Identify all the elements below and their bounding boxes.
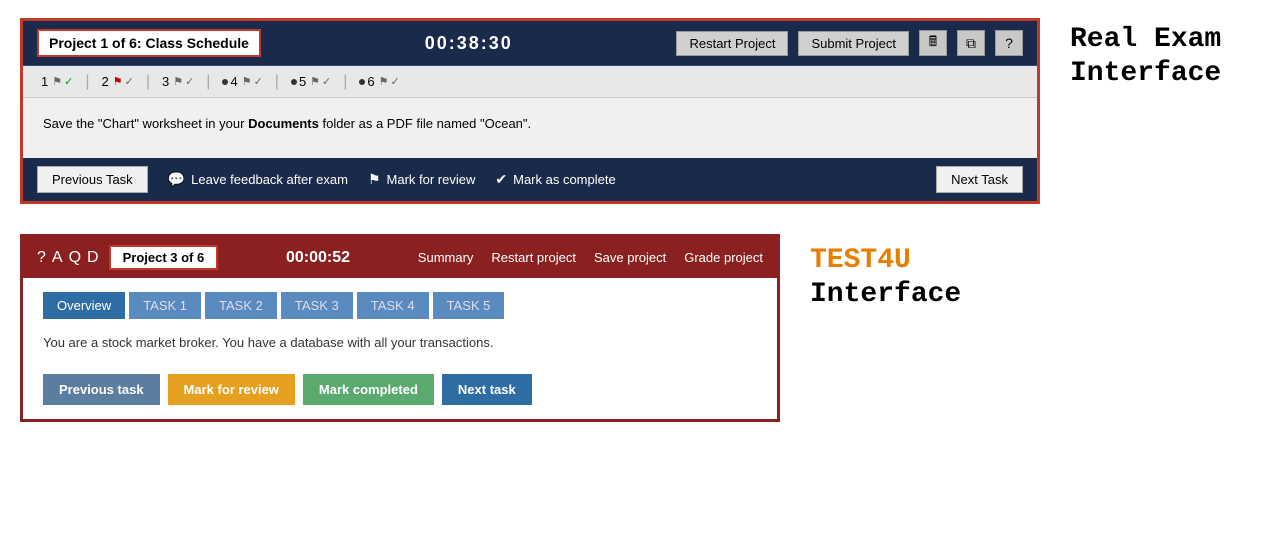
tab4-flag-icon: ⚑ (242, 75, 252, 88)
prev-task-button[interactable]: Previous Task (37, 166, 148, 193)
t4u-nav: Summary Restart project Save project Gra… (418, 250, 763, 265)
t4u-grade-link[interactable]: Grade project (684, 250, 763, 265)
t4u-tab-task1[interactable]: TASK 1 (129, 292, 201, 319)
t4u-tab-overview[interactable]: Overview (43, 292, 125, 319)
tab6-dot (359, 79, 365, 85)
t4u-next-task-button[interactable]: Next task (442, 374, 532, 405)
t4u-d-icon[interactable]: D (87, 249, 99, 267)
exam-task-content: Save the "Chart" worksheet in your Docum… (23, 98, 1037, 158)
t4u-tab-task4[interactable]: TASK 4 (357, 292, 429, 319)
t4u-icon-bar: ? A Q D (37, 249, 99, 267)
mark-review-action[interactable]: ⚑ Mark for review (368, 171, 475, 188)
exam-footer: Previous Task 💬 Leave feedback after exa… (23, 158, 1037, 201)
t4u-tab-task3[interactable]: TASK 3 (281, 292, 353, 319)
leave-feedback-action[interactable]: 💬 Leave feedback after exam (168, 171, 348, 188)
exam-project-title: Project 1 of 6: Class Schedule (37, 29, 261, 57)
tab2-check-icon: ✓ (125, 75, 134, 88)
exam-timer: 00:38:30 (271, 33, 667, 54)
exam-tab-4[interactable]: 4 ⚑ ✓ (214, 72, 270, 91)
t4u-timer: 00:00:52 (228, 249, 408, 267)
test4u-label: TEST4U Interface (810, 244, 961, 311)
tab3-flag-icon: ⚑ (173, 75, 183, 88)
feedback-icon: 💬 (168, 171, 185, 188)
flag-icon: ⚑ (368, 171, 381, 188)
t4u-summary-link[interactable]: Summary (418, 250, 474, 265)
checkmark-icon: ✔ (495, 171, 507, 188)
exam-tab-6[interactable]: 6 ⚑ ✓ (351, 72, 407, 91)
t4u-save-link[interactable]: Save project (594, 250, 666, 265)
submit-project-button[interactable]: Submit Project (798, 31, 909, 56)
exam-tab-1[interactable]: 1 ⚑ ✓ (33, 72, 81, 91)
t4u-prev-task-button[interactable]: Previous task (43, 374, 160, 405)
tab2-flag-icon: ⚑ (113, 75, 123, 88)
t4u-tabs: Overview TASK 1 TASK 2 TASK 3 TASK 4 TAS… (43, 292, 757, 319)
restart-project-button[interactable]: Restart Project (676, 31, 788, 56)
t4u-mark-complete-button[interactable]: Mark completed (303, 374, 434, 405)
test4u-panel: ? A Q D Project 3 of 6 00:00:52 Summary … (20, 234, 780, 422)
t4u-a-icon[interactable]: A (52, 249, 63, 267)
calculator-icon[interactable]: 🖩 (919, 30, 947, 56)
exam-task-tabs: 1 ⚑ ✓ | 2 ⚑ ✓ | 3 ⚑ ✓ (23, 66, 1037, 98)
real-exam-panel: Project 1 of 6: Class Schedule 00:38:30 … (20, 18, 1040, 204)
t4u-footer: Previous task Mark for review Mark compl… (43, 374, 757, 405)
t4u-body: Overview TASK 1 TASK 2 TASK 3 TASK 4 TAS… (23, 278, 777, 419)
help-icon[interactable]: ? (995, 30, 1023, 56)
mark-complete-action[interactable]: ✔ Mark as complete (495, 171, 615, 188)
tab4-dot (222, 79, 228, 85)
t4u-tab-task5[interactable]: TASK 5 (433, 292, 505, 319)
t4u-project-title: Project 3 of 6 (109, 245, 219, 270)
tab6-flag-icon: ⚑ (379, 75, 389, 88)
tab1-flag-icon: ⚑ (52, 75, 62, 88)
tab5-flag-icon: ⚑ (310, 75, 320, 88)
exam-tab-2[interactable]: 2 ⚑ ✓ (93, 72, 141, 91)
tab3-check-icon: ✓ (185, 75, 194, 88)
real-exam-label: Real Exam Interface (1070, 23, 1221, 90)
exam-tab-5[interactable]: 5 ⚑ ✓ (283, 72, 339, 91)
t4u-content-text: You are a stock market broker. You have … (43, 333, 757, 354)
t4u-question-icon[interactable]: ? (37, 249, 46, 267)
t4u-q-icon[interactable]: Q (69, 249, 81, 267)
t4u-restart-link[interactable]: Restart project (491, 250, 576, 265)
tab6-check-icon: ✓ (391, 75, 400, 88)
exam-tab-3[interactable]: 3 ⚑ ✓ (154, 72, 202, 91)
exam-header: Project 1 of 6: Class Schedule 00:38:30 … (23, 21, 1037, 66)
t4u-tab-task2[interactable]: TASK 2 (205, 292, 277, 319)
tab4-check-icon: ✓ (254, 75, 263, 88)
copy-icon[interactable]: ⧉ (957, 30, 985, 56)
tab5-check-icon: ✓ (322, 75, 331, 88)
tab5-dot (291, 79, 297, 85)
next-task-button[interactable]: Next Task (936, 166, 1023, 193)
t4u-mark-review-button[interactable]: Mark for review (168, 374, 295, 405)
t4u-header: ? A Q D Project 3 of 6 00:00:52 Summary … (23, 237, 777, 278)
tab1-check-icon: ✓ (64, 75, 73, 88)
